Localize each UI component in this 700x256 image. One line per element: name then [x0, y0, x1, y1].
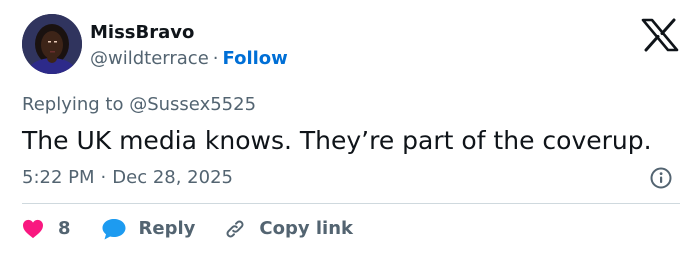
divider: [22, 203, 680, 204]
avatar[interactable]: [22, 14, 82, 74]
author-name[interactable]: MissBravo: [90, 22, 194, 44]
handle-separator: ·: [212, 48, 219, 69]
avatar-image: [22, 14, 82, 74]
tweet-text: The UK media knows. They’re part of the …: [22, 126, 652, 155]
like-count: 8: [58, 218, 71, 239]
x-logo-icon[interactable]: [640, 18, 680, 52]
follow-button[interactable]: Follow: [223, 48, 288, 69]
reply-mention-link[interactable]: @Sussex5525: [129, 94, 256, 115]
like-button[interactable]: 8: [22, 216, 71, 242]
timestamp-link[interactable]: 5:22 PM · Dec 28, 2025: [22, 167, 233, 189]
reply-context: Replying to @Sussex5525: [22, 94, 256, 116]
reply-context-prefix: Replying to: [22, 94, 124, 115]
author-handle[interactable]: @wildterrace: [90, 48, 209, 69]
link-icon: [226, 220, 244, 238]
heart-icon: [23, 219, 43, 239]
reply-button[interactable]: Reply: [101, 216, 196, 242]
tweet-time: 5:22 PM: [22, 167, 95, 188]
time-separator: ·: [100, 167, 107, 188]
speech-bubble-icon: [102, 219, 126, 240]
copy-link-label: Copy link: [259, 218, 353, 239]
tweet-date: Dec 28, 2025: [112, 167, 233, 188]
author-handle-row: @wildterrace · Follow: [90, 48, 288, 70]
info-icon[interactable]: [650, 167, 672, 189]
copy-link-button[interactable]: Copy link: [223, 216, 353, 242]
action-bar: 8 Reply Copy link: [22, 216, 353, 242]
reply-label: Reply: [138, 218, 196, 239]
